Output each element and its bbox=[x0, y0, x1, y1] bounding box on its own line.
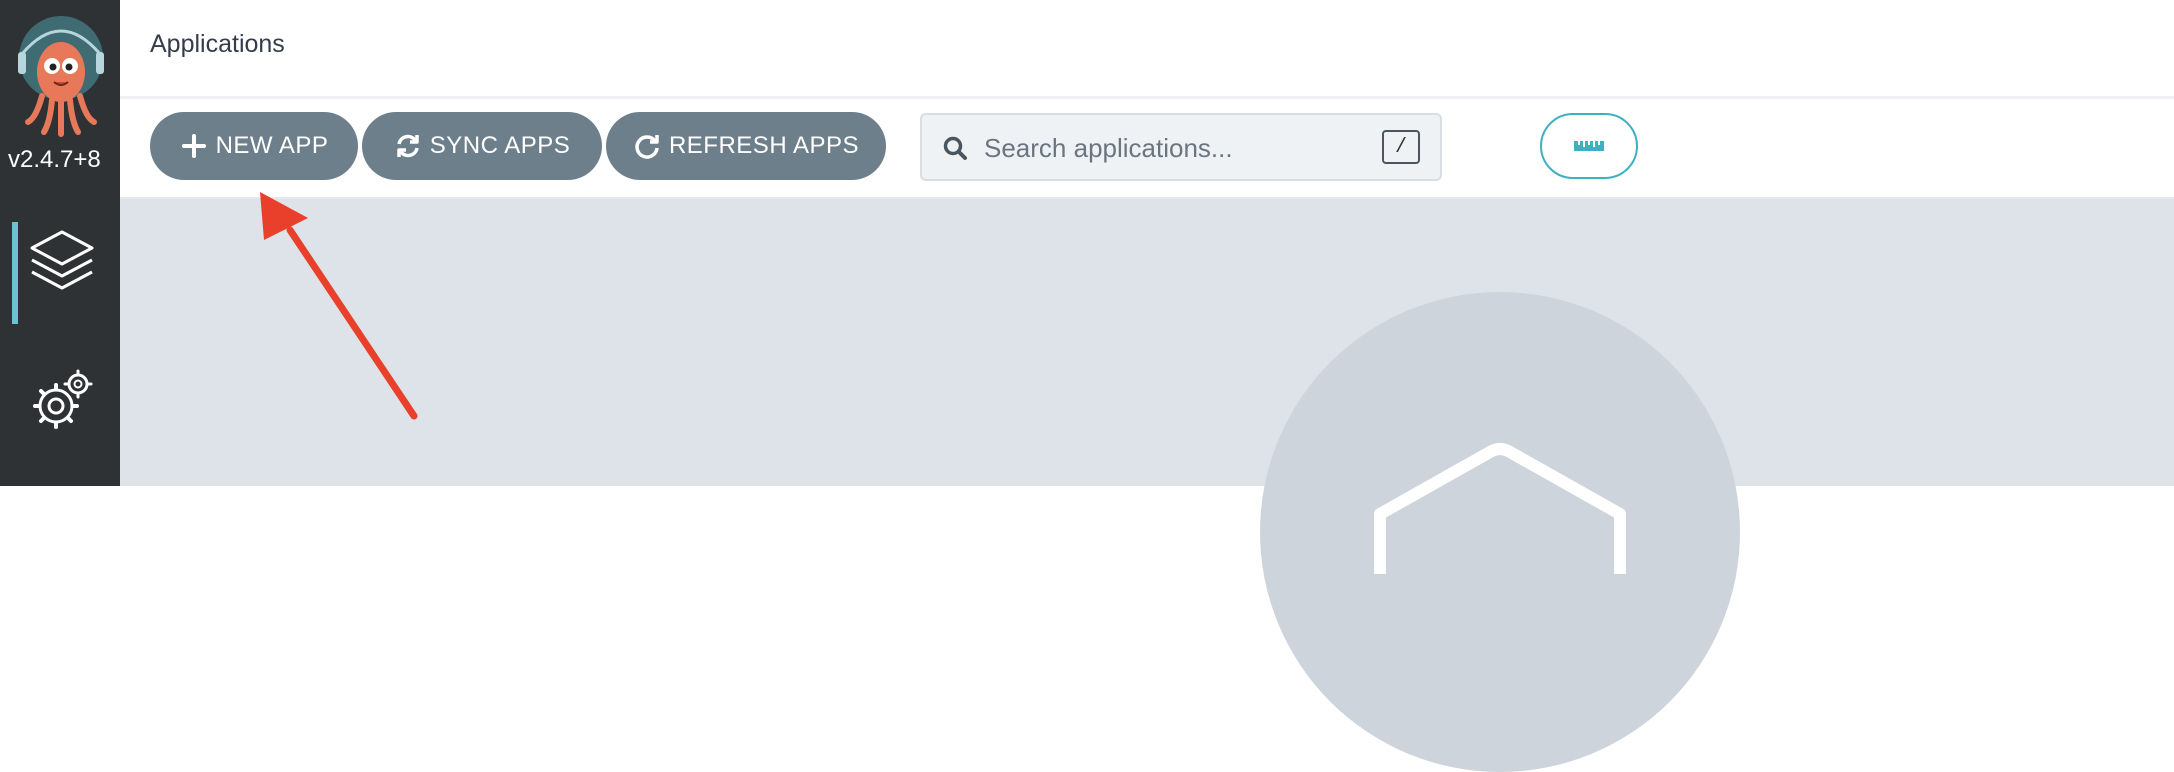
new-app-label: NEW APP bbox=[215, 132, 329, 159]
search-box: / bbox=[920, 113, 1442, 181]
page-header: Applications bbox=[120, 0, 2174, 99]
view-toggle-button[interactable] bbox=[1540, 113, 1638, 179]
sidebar: v2.4.7+8 bbox=[0, 0, 120, 486]
toolbar: NEW APP SYNC APPS REFRESH APPS / bbox=[120, 99, 2174, 199]
stacked-layers-icon[interactable] bbox=[24, 224, 100, 300]
ruler-icon bbox=[1574, 141, 1604, 151]
applications-content-area bbox=[120, 199, 2174, 772]
refresh-icon bbox=[635, 135, 659, 159]
empty-box-icon bbox=[1374, 443, 1626, 574]
plus-icon bbox=[181, 134, 206, 158]
sync-icon bbox=[396, 134, 419, 158]
sync-apps-label: SYNC APPS bbox=[429, 132, 571, 159]
sync-apps-button[interactable]: SYNC APPS bbox=[362, 112, 602, 180]
search-shortcut-key: / bbox=[1382, 130, 1420, 164]
refresh-apps-button[interactable]: REFRESH APPS bbox=[606, 112, 886, 180]
refresh-apps-label: REFRESH APPS bbox=[668, 132, 860, 159]
version-label: v2.4.7+8 bbox=[8, 146, 101, 173]
active-nav-indicator bbox=[12, 222, 18, 324]
search-input[interactable] bbox=[982, 125, 1366, 171]
search-icon bbox=[943, 136, 967, 160]
gears-icon[interactable] bbox=[28, 368, 94, 434]
octopus-logo-icon[interactable] bbox=[14, 14, 108, 138]
new-app-button[interactable]: NEW APP bbox=[150, 112, 358, 180]
page-title: Applications bbox=[150, 30, 285, 58]
